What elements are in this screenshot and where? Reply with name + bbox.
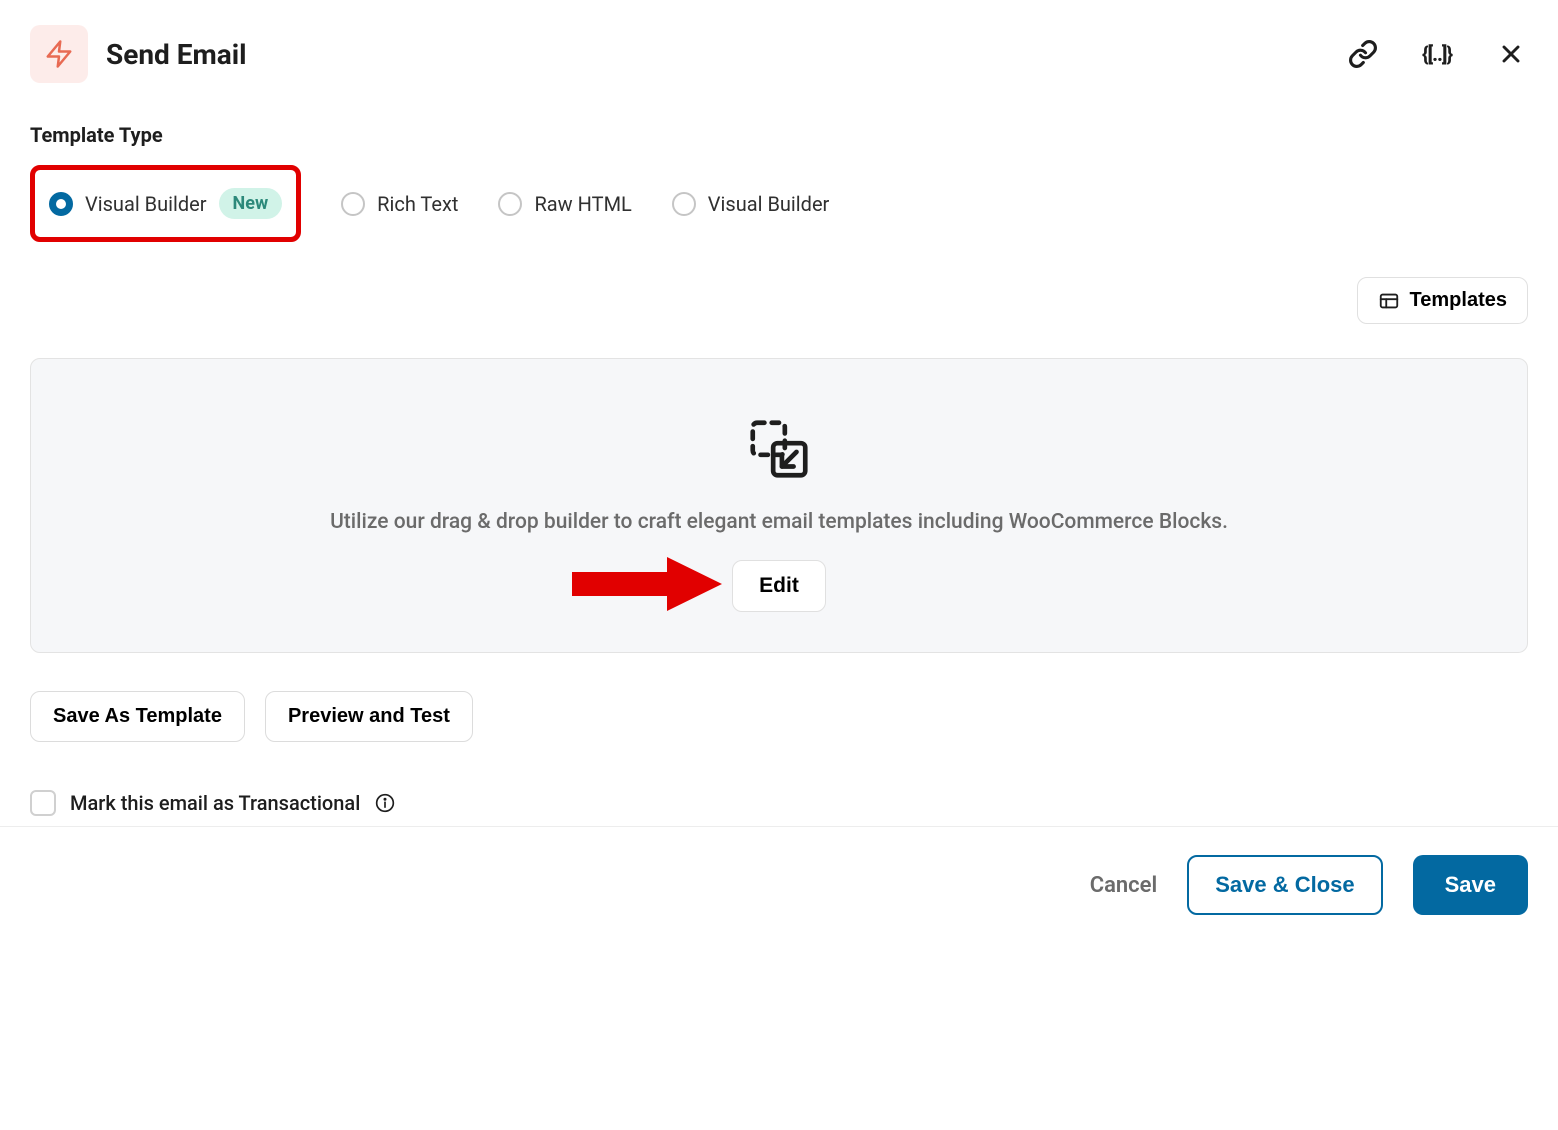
- preview-test-button[interactable]: Preview and Test: [265, 691, 473, 742]
- footer: Cancel Save & Close Save: [0, 826, 1558, 943]
- radio-label: Visual Builder: [708, 192, 830, 216]
- template-type-options: Visual Builder New Rich Text Raw HTML Vi…: [30, 165, 1528, 242]
- edit-row: Edit: [732, 560, 826, 612]
- app-icon: [30, 25, 88, 83]
- drag-drop-icon: [744, 414, 814, 484]
- radio-option-raw-html[interactable]: Raw HTML: [498, 192, 631, 216]
- template-icon: [1378, 290, 1400, 312]
- radio-option-visual-builder-new[interactable]: Visual Builder New: [30, 165, 301, 242]
- radio-option-visual-builder[interactable]: Visual Builder: [672, 192, 830, 216]
- builder-description: Utilize our drag & drop builder to craft…: [330, 510, 1228, 534]
- braces-icon[interactable]: {[..]}: [1420, 37, 1454, 71]
- lightning-icon: [44, 39, 74, 69]
- radio-option-rich-text[interactable]: Rich Text: [341, 192, 458, 216]
- builder-panel: Utilize our drag & drop builder to craft…: [30, 358, 1528, 653]
- arrow-annotation: [562, 549, 722, 623]
- page-title: Send Email: [106, 38, 247, 71]
- radio-label: Visual Builder: [85, 192, 207, 216]
- radio-label: Raw HTML: [534, 192, 631, 216]
- new-badge: New: [219, 188, 283, 219]
- radio-circle: [341, 192, 365, 216]
- cancel-button[interactable]: Cancel: [1090, 873, 1158, 898]
- content: Template Type Visual Builder New Rich Te…: [0, 93, 1558, 816]
- edit-button[interactable]: Edit: [732, 560, 826, 612]
- radio-circle: [498, 192, 522, 216]
- template-type-label: Template Type: [30, 123, 1528, 147]
- transactional-label: Mark this email as Transactional: [70, 791, 360, 815]
- secondary-actions: Save As Template Preview and Test: [30, 691, 1528, 742]
- radio-circle: [49, 192, 73, 216]
- save-button[interactable]: Save: [1413, 855, 1528, 915]
- radio-label: Rich Text: [377, 192, 458, 216]
- header-left: Send Email: [30, 25, 247, 83]
- templates-button[interactable]: Templates: [1357, 277, 1528, 324]
- header: Send Email {[..]}: [0, 0, 1558, 93]
- templates-button-label: Templates: [1410, 289, 1507, 312]
- transactional-checkbox[interactable]: [30, 790, 56, 816]
- transactional-row: Mark this email as Transactional: [30, 790, 1528, 816]
- header-right: {[..]}: [1346, 37, 1528, 71]
- templates-row: Templates: [30, 277, 1528, 324]
- save-close-button[interactable]: Save & Close: [1187, 855, 1382, 915]
- info-icon[interactable]: [374, 792, 396, 814]
- close-icon[interactable]: [1494, 37, 1528, 71]
- link-icon[interactable]: [1346, 37, 1380, 71]
- radio-circle: [672, 192, 696, 216]
- save-as-template-button[interactable]: Save As Template: [30, 691, 245, 742]
